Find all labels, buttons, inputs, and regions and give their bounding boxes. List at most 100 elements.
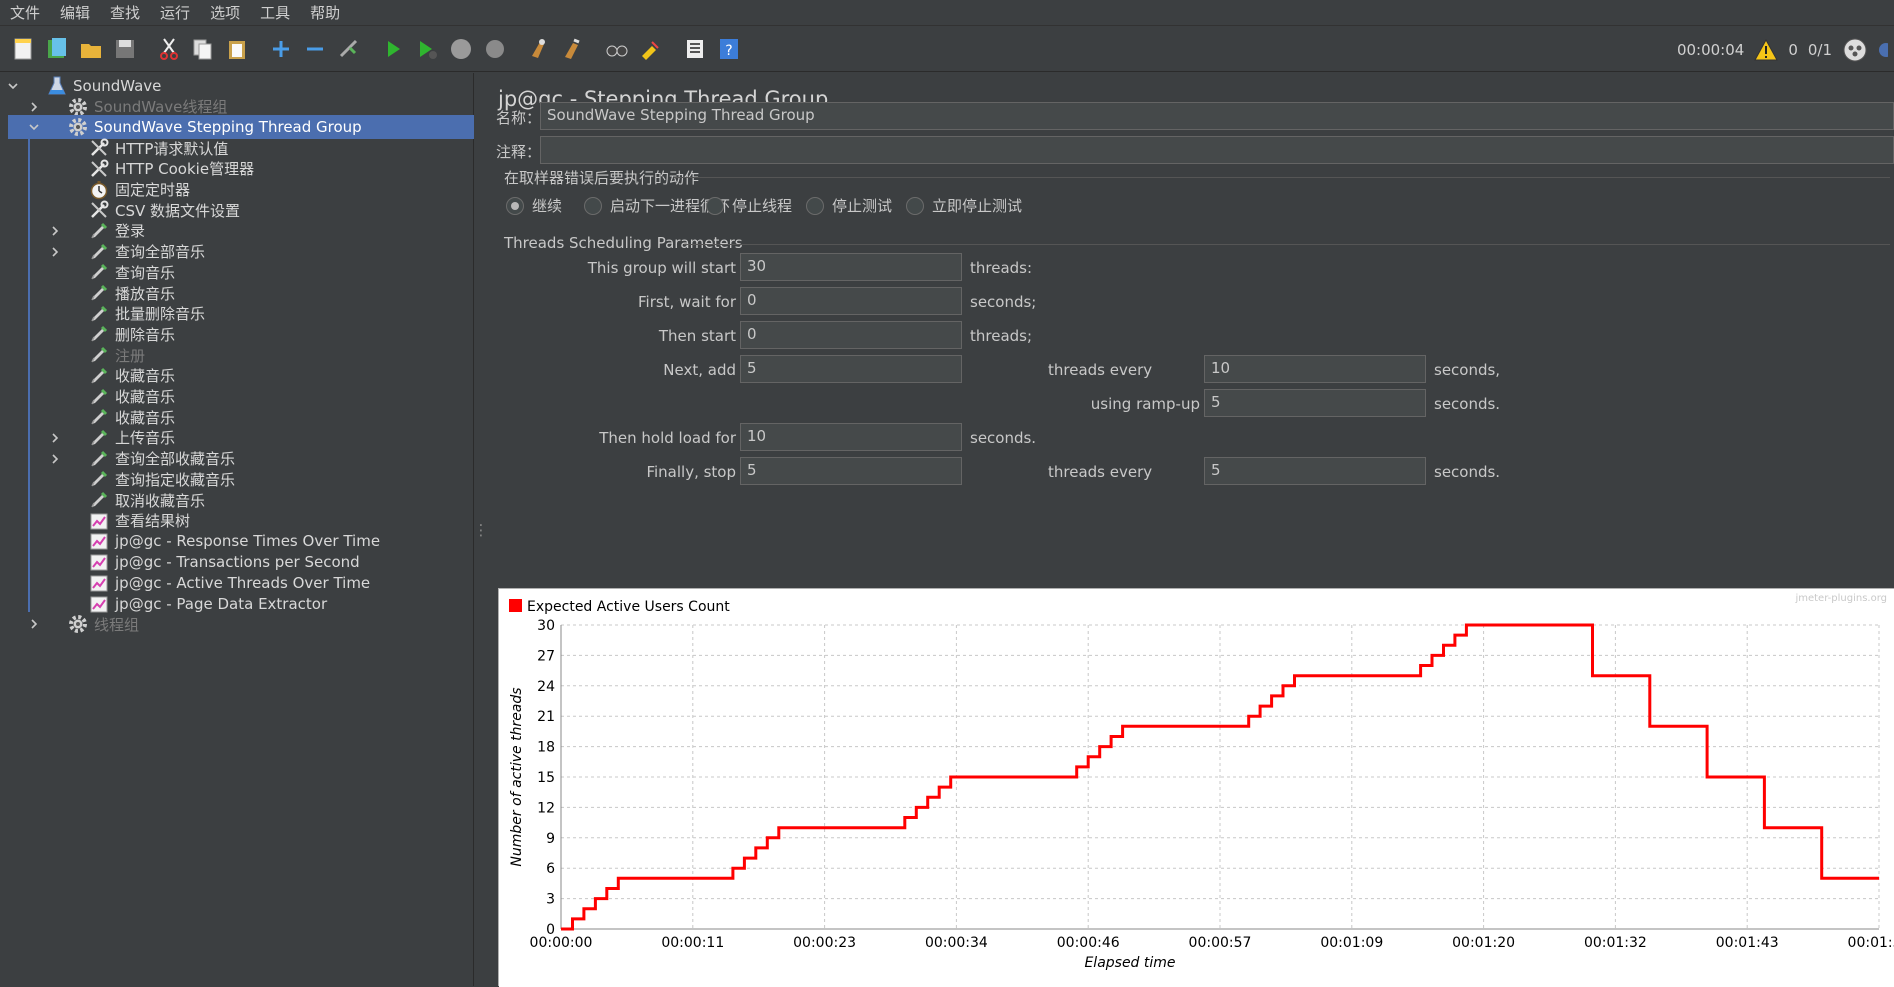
copy-button[interactable]	[188, 34, 218, 64]
sampler-icon	[88, 448, 110, 470]
name-field[interactable]: SoundWave Stepping Thread Group	[540, 102, 1894, 130]
reset-search-button[interactable]	[636, 34, 666, 64]
start-threads-label: This group will start	[587, 259, 736, 277]
finally-stop-field[interactable]: 5	[740, 457, 962, 485]
chevron-right-icon[interactable]	[48, 245, 62, 259]
initial-delay-unit: seconds;	[970, 293, 1037, 311]
scissors-icon	[160, 38, 178, 60]
error-action-radio-3[interactable]: 停止测试	[806, 195, 892, 216]
radio-circle	[906, 196, 924, 215]
start-button[interactable]	[378, 34, 408, 64]
menu-item-6[interactable]: 帮助	[300, 2, 350, 23]
chevron-down-icon[interactable]	[6, 79, 20, 93]
log-toggle-icon[interactable]	[1878, 37, 1888, 63]
toggle-icon	[339, 39, 358, 58]
clear-all-button[interactable]	[558, 34, 588, 64]
stop-button[interactable]	[446, 34, 476, 64]
menu-item-3[interactable]: 运行	[150, 2, 200, 23]
tree-node[interactable]: 线程组	[67, 612, 139, 636]
function-helper-button[interactable]	[680, 34, 710, 64]
start-no-pause-button[interactable]	[412, 34, 442, 64]
chevron-right-icon[interactable]	[48, 431, 62, 445]
paste-button[interactable]	[222, 34, 252, 64]
ramp-up-field[interactable]: 5	[1204, 389, 1426, 417]
name-label: 名称：	[496, 109, 542, 127]
menu-item-1[interactable]: 编辑	[50, 2, 100, 23]
sampler-icon	[88, 323, 110, 345]
broom-icon	[532, 39, 545, 58]
next-add-every-field[interactable]: 10	[1204, 355, 1426, 383]
clear-button[interactable]	[524, 34, 554, 64]
open-folder-icon	[81, 44, 101, 58]
menu-item-4[interactable]: 选项	[200, 2, 250, 23]
chevron-right-icon[interactable]	[27, 100, 41, 114]
new-button[interactable]	[8, 34, 38, 64]
comment-field[interactable]	[540, 136, 1894, 164]
flask-icon	[46, 75, 68, 97]
chevron-right-icon[interactable]	[48, 452, 62, 466]
chevron-right-icon[interactable]	[48, 224, 62, 238]
panel-splitter[interactable]: ⋮	[474, 73, 489, 986]
timer-icon	[88, 179, 110, 201]
chevron-down-icon[interactable]	[27, 120, 41, 134]
shutdown-button[interactable]	[480, 34, 510, 64]
then-start-label: Then start	[658, 327, 736, 345]
finally-stop-every-field[interactable]: 5	[1204, 457, 1426, 485]
expand-button[interactable]	[266, 34, 296, 64]
save-icon	[116, 40, 134, 58]
start-threads-field[interactable]: 30	[740, 253, 962, 281]
sampler-icon	[88, 261, 110, 283]
menu-item-0[interactable]: 文件	[0, 2, 50, 23]
tree-node-label: SoundWave	[73, 77, 162, 95]
ramp-up-label: using ramp-up	[1090, 395, 1200, 413]
menu-item-5[interactable]: 工具	[250, 2, 300, 23]
collapse-button[interactable]	[300, 34, 330, 64]
chart-svg: 00:00:00 00:00:11 00:00:23 00:00:34 00:00:46…	[499, 589, 1894, 987]
list-icon	[687, 40, 703, 58]
chevron-right-icon[interactable]	[27, 617, 41, 631]
tree-node-label: 收藏音乐	[115, 408, 176, 427]
remote-status-icon[interactable]	[1842, 37, 1868, 63]
x-tick-label: 00:01:32	[1584, 935, 1647, 951]
next-add-field[interactable]: 5	[740, 355, 962, 383]
save-button[interactable]	[110, 34, 140, 64]
listener-icon	[88, 572, 110, 594]
toggle-button[interactable]	[334, 34, 364, 64]
tree-node-label: 查询音乐	[115, 263, 176, 282]
listener-icon	[88, 593, 110, 615]
error-action-radio-0[interactable]: 继续	[506, 195, 562, 216]
sampler-icon	[88, 489, 110, 511]
sampler-icon	[88, 427, 110, 449]
watermark: jmeter-plugins.org	[1794, 593, 1887, 604]
x-tick-label: 00:01:20	[1452, 935, 1515, 951]
toolbar: ? 00:00:04 0 0/1	[0, 27, 1894, 72]
tree-node-label: 收藏音乐	[115, 388, 176, 406]
hold-load-field[interactable]: 10	[740, 423, 962, 451]
open-button[interactable]	[76, 34, 106, 64]
warning-icon[interactable]	[1754, 38, 1779, 61]
radio-label: 立即停止测试	[932, 197, 1023, 215]
cut-button[interactable]	[154, 34, 184, 64]
paste-icon	[229, 41, 245, 59]
tree-node-label: 查询全部音乐	[115, 243, 206, 262]
error-action-radio-4[interactable]: 立即停止测试	[906, 195, 1022, 216]
ramp-up-unit: seconds.	[1434, 395, 1501, 413]
tree-node[interactable]: SoundWave Stepping Thread Group	[8, 115, 474, 140]
search-button[interactable]	[602, 34, 632, 64]
shutdown-icon	[486, 40, 504, 58]
tree-node-label: 取消收藏音乐	[115, 491, 206, 510]
tree-node-label: jp@gc - Page Data Extractor	[115, 594, 328, 613]
legend-label: Expected Active Users Count	[527, 599, 730, 615]
comment-label: 注释：	[496, 143, 542, 161]
templates-button[interactable]	[42, 34, 72, 64]
help-button[interactable]: ?	[714, 34, 744, 64]
tree-node-label: 批量删除音乐	[115, 305, 206, 324]
wrench-icon	[88, 137, 110, 159]
then-start-field[interactable]: 0	[740, 321, 962, 349]
initial-delay-field[interactable]: 0	[740, 287, 962, 315]
menu-item-2[interactable]: 查找	[100, 2, 150, 23]
listener-icon	[88, 551, 110, 573]
error-action-radio-2[interactable]: 停止线程	[706, 195, 792, 216]
reset-search-icon	[642, 41, 659, 60]
copy-icon	[193, 39, 212, 60]
